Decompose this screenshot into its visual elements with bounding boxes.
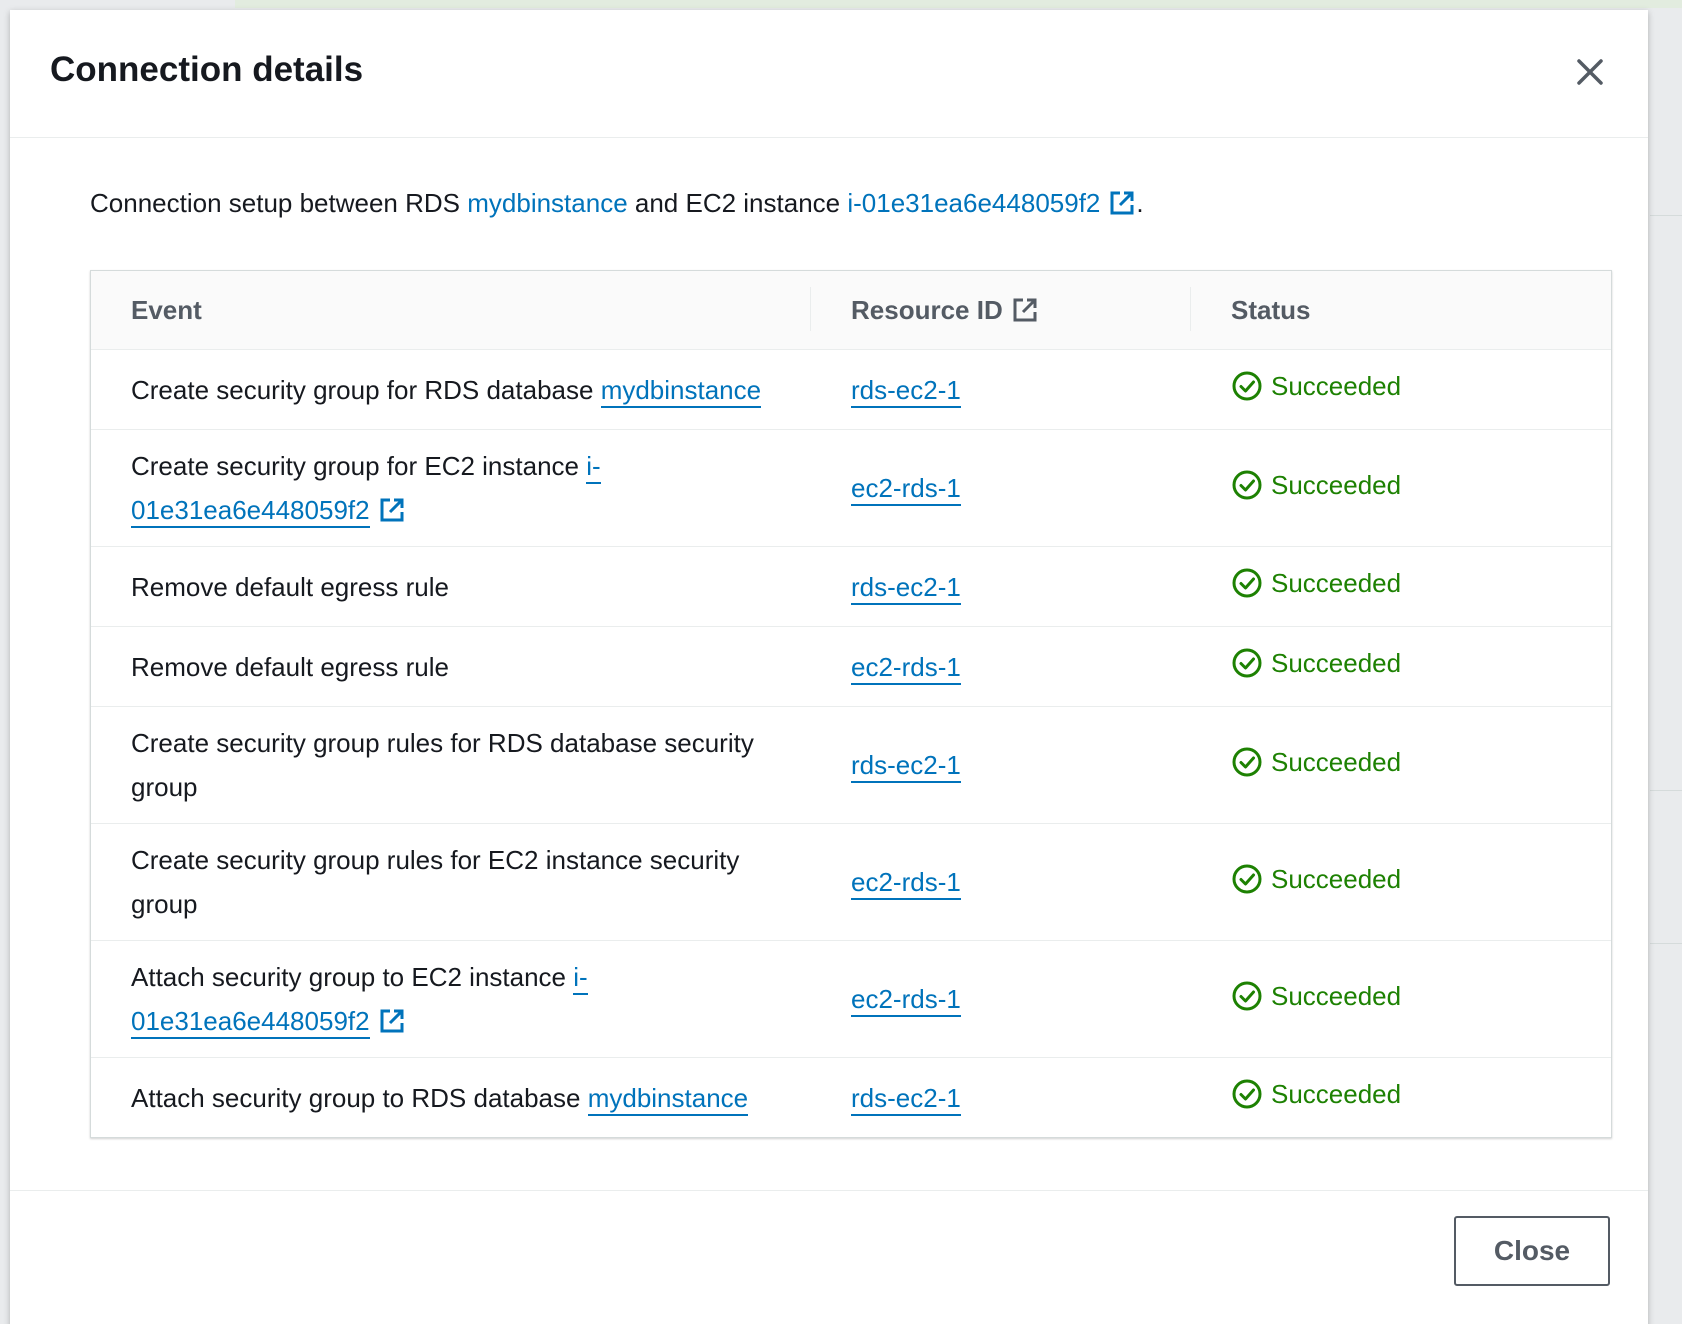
close-icon[interactable] — [1570, 52, 1610, 92]
event-text: Attach security group to EC2 instance — [131, 962, 574, 992]
event-text: Remove default egress rule — [131, 651, 449, 682]
resource-id-cell: rds-ec2-1 — [811, 706, 1191, 824]
resource-id-cell: ec2-rds-1 — [811, 429, 1191, 547]
external-link-icon[interactable] — [378, 1007, 406, 1035]
table-row: Create security group rules for RDS data… — [91, 706, 1611, 824]
background-page-strip — [235, 0, 1682, 8]
event-text: Remove default egress rule — [131, 571, 449, 602]
event-text: Create security group for EC2 instance — [131, 451, 587, 481]
column-header-resource-id: Resource ID — [811, 271, 1191, 350]
connection-intro: Connection setup between RDS mydbinstanc… — [90, 138, 1608, 220]
resource-id-link[interactable]: ec2-rds-1 — [851, 984, 961, 1017]
close-button[interactable]: Close — [1454, 1216, 1610, 1286]
success-check-icon — [1232, 648, 1262, 678]
event-cell: Attach security group to EC2 instance i-… — [91, 940, 811, 1058]
intro-suffix: . — [1136, 188, 1144, 218]
external-link-icon[interactable] — [378, 496, 406, 524]
connection-details-modal: Connection details Connection setup betw… — [10, 10, 1648, 1324]
event-text: Create security group rules for EC2 inst… — [131, 845, 740, 919]
status-cell: Succeeded — [1191, 429, 1611, 547]
column-header-status: Status — [1191, 271, 1611, 350]
status-badge: Succeeded — [1231, 1072, 1401, 1116]
status-badge: Succeeded — [1231, 364, 1401, 408]
background-divider — [1650, 215, 1682, 216]
status-badge: Succeeded — [1231, 740, 1401, 784]
event-cell: Remove default egress rule — [91, 546, 811, 627]
resource-id-cell: ec2-rds-1 — [811, 940, 1191, 1058]
table-row: Attach security group to RDS database my… — [91, 1058, 1611, 1138]
table-row: Create security group for EC2 instance i… — [91, 429, 1611, 547]
modal-footer: Close — [10, 1190, 1648, 1286]
ec2-instance-link[interactable]: i-01e31ea6e448059f2 — [847, 188, 1100, 218]
event-cell: Remove default egress rule — [91, 626, 811, 707]
resource-id-cell: ec2-rds-1 — [811, 823, 1191, 941]
success-check-icon — [1232, 864, 1262, 893]
resource-id-link[interactable]: ec2-rds-1 — [851, 867, 961, 900]
event-text: Create security group rules for RDS data… — [131, 728, 754, 802]
resource-id-link[interactable]: ec2-rds-1 — [851, 651, 961, 685]
success-check-icon — [1232, 470, 1262, 499]
event-cell: Create security group for RDS database m… — [91, 349, 811, 430]
resource-id-cell: rds-ec2-1 — [811, 546, 1191, 627]
event-cell: Create security group rules for RDS data… — [91, 706, 811, 824]
external-link-icon[interactable] — [1108, 189, 1136, 217]
status-cell: Succeeded — [1191, 823, 1611, 941]
background-divider — [1650, 943, 1682, 944]
external-link-icon — [1011, 296, 1039, 324]
status-cell: Succeeded — [1191, 1058, 1611, 1138]
event-cell: Create security group for EC2 instance i… — [91, 429, 811, 547]
event-cell: Create security group rules for EC2 inst… — [91, 823, 811, 941]
connection-events-table: Event Resource ID Status Create security… — [90, 270, 1612, 1138]
success-check-icon — [1232, 568, 1262, 598]
event-cell: Attach security group to RDS database my… — [91, 1058, 811, 1138]
table-row: Remove default egress rule ec2-rds-1 Suc… — [91, 626, 1611, 707]
intro-middle: and EC2 instance — [627, 188, 848, 218]
event-resource-link[interactable]: mydbinstance — [600, 374, 762, 408]
resource-id-link[interactable]: rds-ec2-1 — [851, 571, 961, 605]
status-badge: Succeeded — [1231, 463, 1401, 507]
table-header-row: Event Resource ID Status — [91, 271, 1611, 350]
status-badge: Succeeded — [1231, 641, 1401, 685]
intro-prefix: Connection setup between RDS — [90, 188, 468, 218]
table-row: Create security group for RDS database m… — [91, 349, 1611, 430]
table-row: Remove default egress rule rds-ec2-1 Suc… — [91, 546, 1611, 627]
rds-instance-link[interactable]: mydbinstance — [467, 188, 627, 218]
modal-title: Connection details — [50, 50, 364, 89]
status-cell: Succeeded — [1191, 626, 1611, 707]
status-cell: Succeeded — [1191, 940, 1611, 1058]
success-check-icon — [1232, 1079, 1262, 1109]
column-header-event: Event — [91, 271, 811, 350]
status-cell: Succeeded — [1191, 546, 1611, 627]
success-check-icon — [1232, 747, 1262, 776]
event-text: Attach security group to RDS database — [131, 1082, 588, 1113]
status-cell: Succeeded — [1191, 706, 1611, 824]
status-cell: Succeeded — [1191, 349, 1611, 430]
resource-id-link[interactable]: ec2-rds-1 — [851, 473, 961, 506]
table-row: Create security group rules for EC2 inst… — [91, 823, 1611, 941]
table-row: Attach security group to EC2 instance i-… — [91, 940, 1611, 1058]
background-divider — [1650, 790, 1682, 791]
success-check-icon — [1232, 371, 1262, 401]
resource-id-link[interactable]: rds-ec2-1 — [851, 1082, 961, 1116]
resource-id-cell: rds-ec2-1 — [811, 1058, 1191, 1138]
event-text: Create security group for RDS database — [131, 374, 601, 405]
success-check-icon — [1232, 981, 1262, 1010]
resource-id-link[interactable]: rds-ec2-1 — [851, 374, 961, 408]
modal-header: Connection details — [10, 10, 1648, 138]
resource-id-cell: ec2-rds-1 — [811, 626, 1191, 707]
status-badge: Succeeded — [1231, 857, 1401, 901]
status-badge: Succeeded — [1231, 561, 1401, 605]
resource-id-cell: rds-ec2-1 — [811, 349, 1191, 430]
status-badge: Succeeded — [1231, 974, 1401, 1018]
modal-body: Connection setup between RDS mydbinstanc… — [10, 138, 1648, 1138]
event-resource-link[interactable]: mydbinstance — [587, 1082, 749, 1116]
resource-id-link[interactable]: rds-ec2-1 — [851, 750, 961, 783]
